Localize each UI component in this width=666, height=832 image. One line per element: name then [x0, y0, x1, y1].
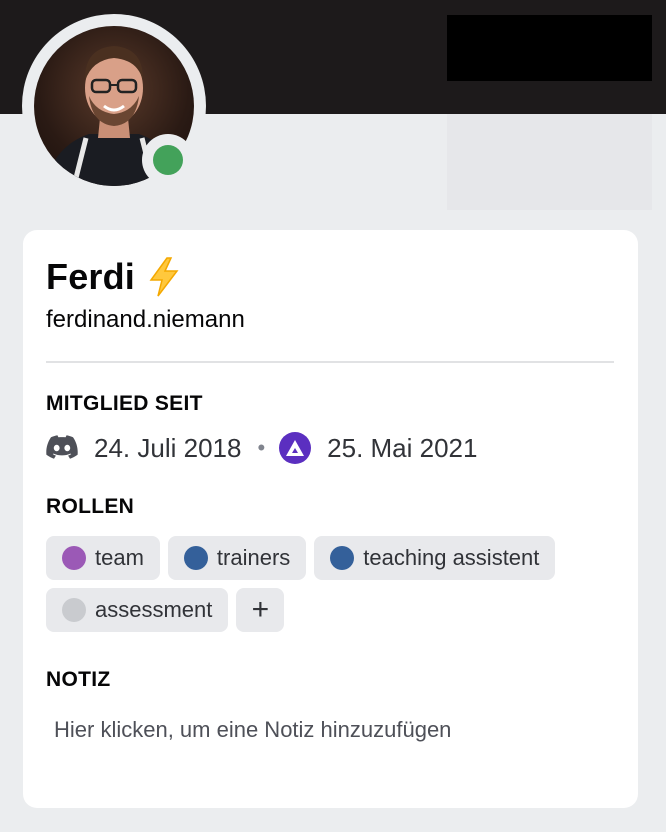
discord-icon [46, 435, 78, 459]
username: ferdinand.niemann [46, 306, 245, 333]
server-join-date: 25. Mai 2021 [327, 432, 478, 463]
role-assessment[interactable]: assessment [46, 588, 229, 632]
role-team[interactable]: team [46, 536, 160, 580]
role-color-dot [183, 546, 208, 570]
display-name: Ferdi [46, 256, 136, 297]
role-label: team [95, 545, 144, 570]
role-label: assessment [95, 597, 213, 622]
role-label: teaching assistent [363, 545, 540, 570]
badge-area [447, 114, 652, 210]
divider [46, 361, 614, 363]
online-status-icon [153, 145, 183, 175]
date-separator: • [257, 435, 266, 460]
role-color-dot [62, 598, 86, 622]
roles-list: team trainers teaching assistent assessm… [46, 536, 616, 640]
role-teaching-assistent[interactable]: teaching assistent [314, 536, 556, 580]
member-since-title: MITGLIED SEIT [46, 392, 203, 415]
status-indicator [142, 134, 194, 186]
server-icon[interactable] [279, 432, 312, 464]
lightning-emoji-icon [149, 257, 179, 297]
role-color-dot [330, 546, 355, 570]
role-label: trainers [216, 545, 291, 570]
note-input[interactable]: Hier klicken, um eine Notiz hinzuzufügen [54, 717, 451, 743]
note-title: NOTIZ [46, 668, 111, 691]
role-trainers[interactable]: trainers [167, 536, 307, 580]
redacted-area [447, 15, 652, 81]
avatar-container[interactable] [22, 14, 206, 198]
profile-card: Ferdi ferdinand.niemann MITGLIED SEIT 24… [23, 230, 638, 808]
role-color-dot [62, 546, 86, 570]
roles-title: ROLLEN [46, 495, 135, 518]
member-since-row: 24. Juli 2018 • 25. Mai 2021 [46, 432, 477, 464]
discord-join-date: 24. Juli 2018 [94, 432, 242, 463]
add-role-button[interactable]: + [236, 588, 285, 632]
name-row: Ferdi [46, 256, 181, 298]
